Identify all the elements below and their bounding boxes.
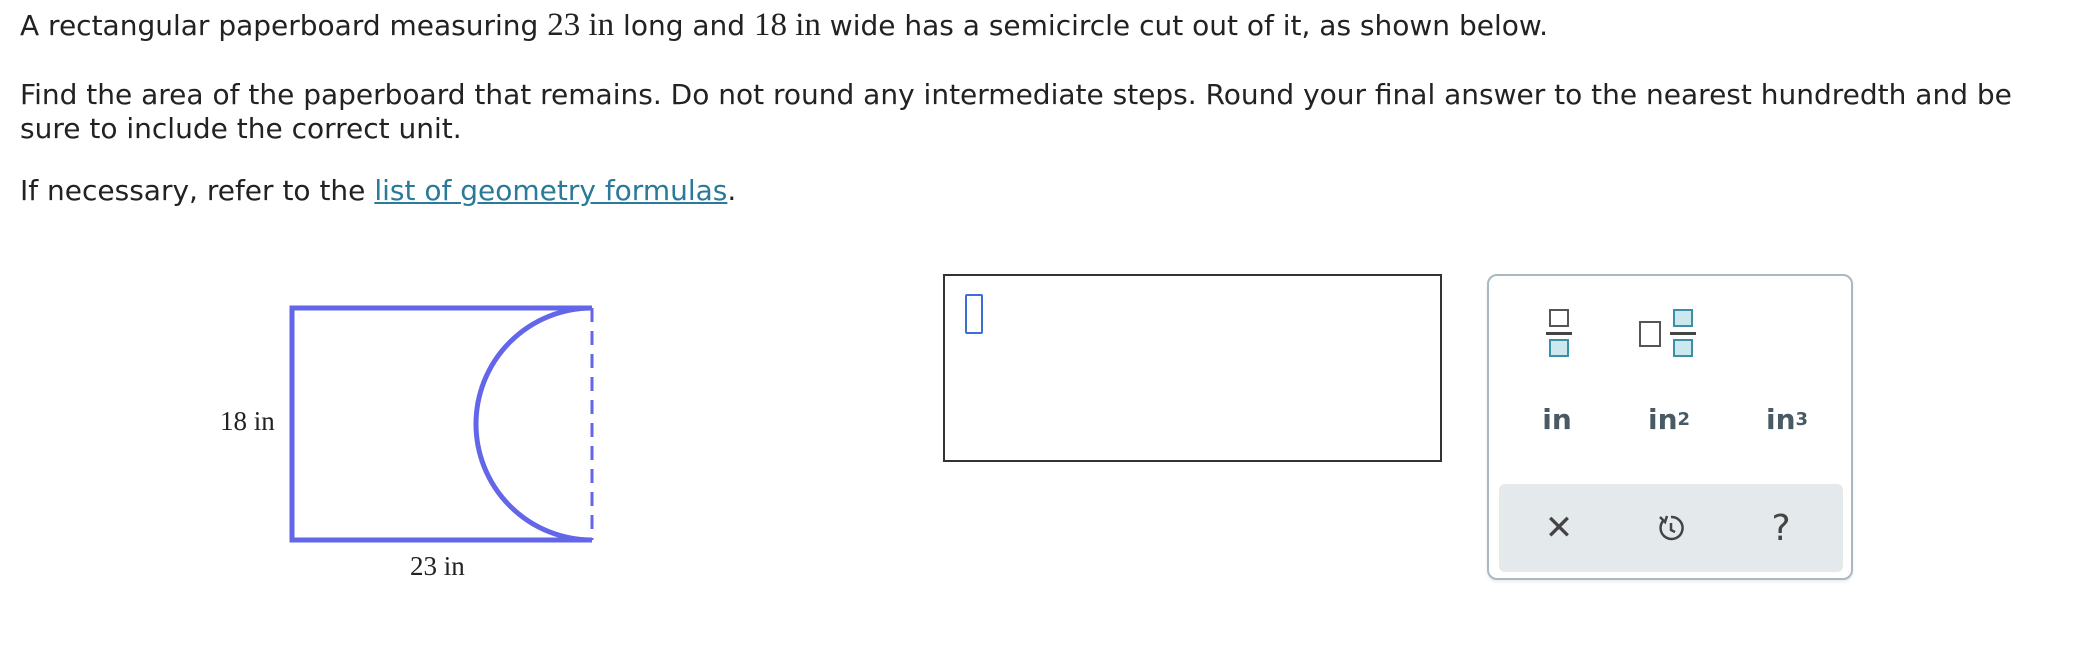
rectangle-outline (289, 305, 592, 543)
fraction-button[interactable] (1527, 302, 1591, 366)
unit-in2-button[interactable]: in 2 (1629, 394, 1709, 444)
unit-power: 2 (1677, 408, 1691, 430)
clear-button[interactable]: ✕ (1529, 498, 1589, 558)
length-label: 23 in (410, 551, 465, 581)
height-label: 18 in (220, 406, 275, 436)
palette-action-bar: ✕ ? (1499, 484, 1843, 572)
question-line-4: If necessary, refer to the list of geome… (20, 174, 736, 208)
unit-in3-button[interactable]: in 3 (1747, 394, 1827, 444)
paperboard-figure: 18 in 23 in (220, 305, 594, 581)
question-text: A rectangular paperboard measuring (20, 9, 548, 42)
undo-icon (1659, 515, 1684, 541)
unit-in-button[interactable]: in (1517, 394, 1597, 444)
geometry-formulas-link[interactable]: list of geometry formulas (374, 174, 727, 207)
unit-label: in (1765, 402, 1796, 436)
unit-power: 3 (1795, 408, 1809, 430)
mixed-number-icon (1639, 309, 1699, 359)
help-icon: ? (1771, 507, 1791, 549)
question-text: If necessary, refer to the (20, 174, 375, 207)
fraction-icon (1546, 309, 1572, 359)
question-line-2: Find the area of the paperboard that rem… (20, 78, 2012, 111)
clear-icon: ✕ (1544, 508, 1574, 548)
width-value: 18 in (753, 7, 821, 43)
undo-button[interactable] (1641, 498, 1701, 558)
question-text: . (727, 174, 737, 207)
question-text: wide has a semicircle cut out of it, as … (820, 9, 1549, 42)
question-line-3: sure to include the correct unit. (20, 112, 462, 145)
semicircle-cutout (473, 305, 593, 543)
length-value: 23 in (547, 7, 615, 43)
help-button[interactable]: ? (1751, 498, 1811, 558)
unit-label: in (1647, 402, 1678, 436)
math-palette: in in 2 in 3 ✕ ? (1487, 274, 1853, 580)
question-text: long and (614, 9, 754, 42)
input-cursor-placeholder (965, 294, 983, 334)
mixed-number-button[interactable] (1629, 302, 1709, 366)
unit-label: in (1542, 402, 1572, 436)
question-line-1: A rectangular paperboard measuring 23 in… (20, 8, 1548, 43)
answer-input[interactable] (943, 274, 1442, 462)
